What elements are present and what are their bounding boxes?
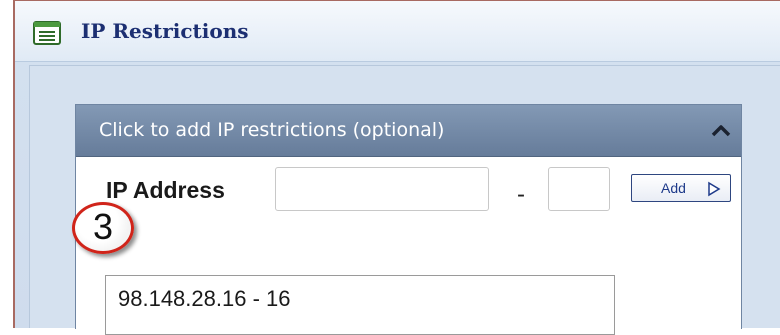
- ip-restriction-list[interactable]: 98.148.28.16 - 16: [105, 275, 615, 335]
- list-item[interactable]: 98.148.28.16 - 16: [118, 286, 290, 312]
- chevron-up-icon[interactable]: [709, 120, 733, 140]
- ip-range-end-input[interactable]: [548, 167, 610, 211]
- triangle-right-icon: [707, 181, 721, 197]
- step-number-badge: 3: [72, 202, 138, 258]
- panel-header[interactable]: Click to add IP restrictions (optional): [76, 105, 741, 157]
- range-separator: -: [517, 181, 525, 208]
- list-window-icon: [33, 21, 61, 45]
- window-title: IP Restrictions: [81, 19, 249, 43]
- add-button[interactable]: Add: [631, 174, 731, 202]
- window-title-bar: IP Restrictions: [15, 1, 780, 62]
- ip-address-input[interactable]: [275, 167, 489, 211]
- ip-address-label: IP Address: [106, 177, 225, 203]
- panel-header-label: Click to add IP restrictions (optional): [99, 119, 445, 141]
- step-number: 3: [92, 206, 114, 247]
- add-button-label: Add: [661, 180, 686, 196]
